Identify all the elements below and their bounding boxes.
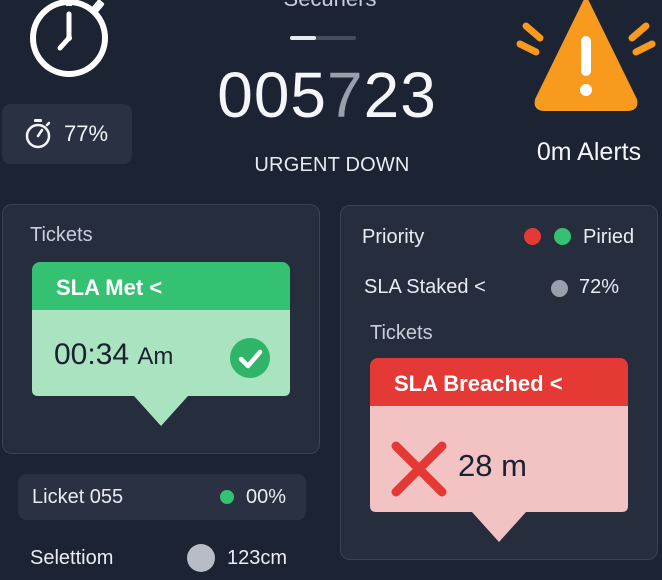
- stopwatch-icon: [30, 0, 108, 77]
- chevron-left-icon: <: [549, 371, 563, 396]
- x-icon: [391, 441, 447, 497]
- sla-breached-title: SLA Breached: [394, 371, 544, 396]
- alerts-count: 0m Alerts: [536, 138, 642, 166]
- sla-breached-header: SLA Breached <: [370, 358, 628, 406]
- progress-fill: [290, 36, 317, 40]
- sla-met-time: 00:34 Am: [54, 338, 173, 372]
- chevron-left-icon: <: [149, 275, 163, 300]
- sla-breached-card[interactable]: SLA Breached < 28 m: [370, 358, 628, 542]
- check-icon: [230, 338, 270, 378]
- tickets-label-right: Tickets: [370, 322, 433, 344]
- sla-met-header: SLA Met <: [32, 262, 290, 310]
- counter-lead: 005: [217, 59, 327, 131]
- percent-value: 77%: [64, 121, 109, 146]
- ticket-counter: 005723: [196, 58, 458, 132]
- status-dot-gray: [551, 280, 568, 297]
- progress-bar: [290, 36, 356, 40]
- breach-time: 28 m: [458, 448, 527, 483]
- selection-label: Selettiom: [30, 547, 114, 569]
- priority-status: Piried: [583, 226, 635, 248]
- tickets-label: Tickets: [30, 224, 93, 246]
- sla-staked-text: SLA Staked: [364, 276, 469, 298]
- priority-label: Priority: [362, 226, 425, 248]
- timer-icon: [25, 119, 51, 149]
- page-title: Secuners: [230, 0, 430, 12]
- licket-label: Licket 055: [32, 486, 124, 508]
- time-unit: Am: [137, 343, 174, 370]
- sla-met-title: SLA Met: [56, 275, 144, 300]
- status-text: URGENT DOWN: [254, 154, 410, 176]
- status-dot-red: [524, 228, 541, 245]
- counter-dim-digit: 7: [327, 59, 364, 131]
- sla-staked-label[interactable]: SLA Staked <: [364, 276, 486, 299]
- sla-staked-value: 72%: [579, 276, 620, 298]
- status-dot-green: [220, 490, 234, 504]
- licket-row[interactable]: Licket 055 00%: [18, 474, 306, 520]
- chevron-left-icon: <: [474, 276, 486, 298]
- time-value: 00:34: [54, 338, 130, 371]
- counter-tail: 23: [363, 59, 437, 131]
- status-dot-gray: [187, 544, 215, 572]
- licket-value: 00%: [246, 486, 287, 508]
- warning-icon: [516, 0, 656, 111]
- sla-met-card[interactable]: SLA Met < 00:34 Am: [32, 262, 290, 426]
- percent-chip: 77%: [2, 104, 132, 164]
- selection-value: 123cm: [227, 547, 288, 569]
- status-dot-green: [554, 228, 571, 245]
